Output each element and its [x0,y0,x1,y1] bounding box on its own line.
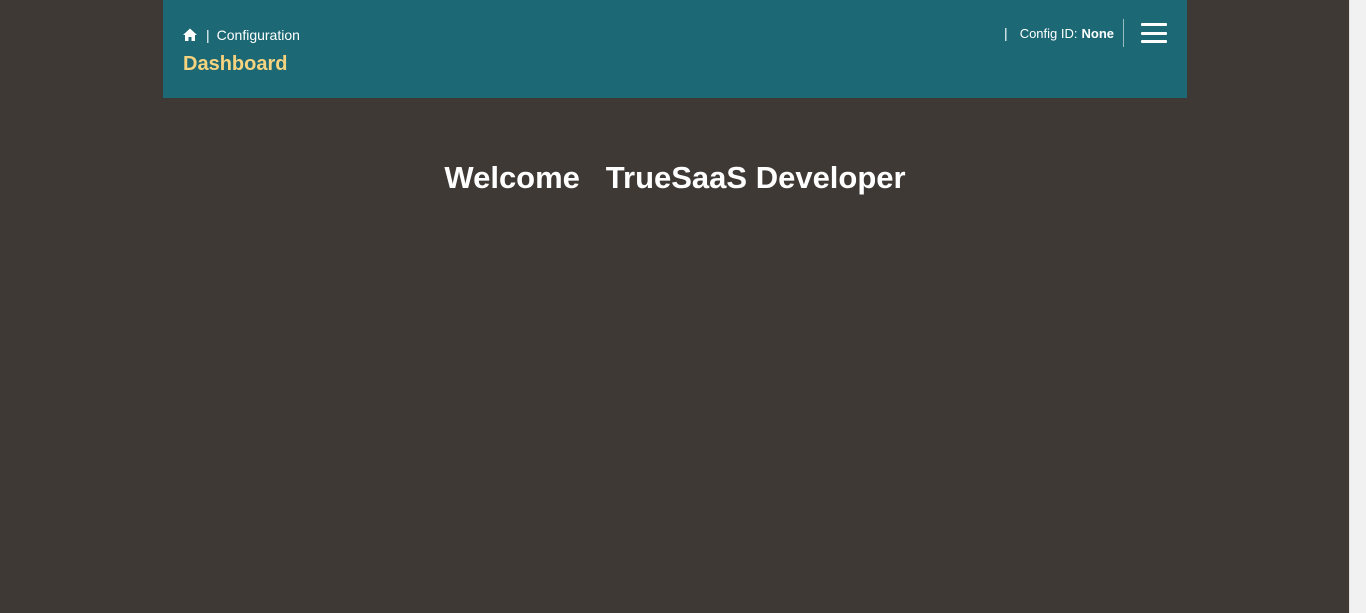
app-viewport: | Configuration Dashboard | Config ID: N… [0,0,1366,613]
breadcrumb-separator: | [206,27,210,43]
config-id-label: Config ID: [1019,25,1078,41]
menu-bar-middle [1141,31,1167,35]
breadcrumb: | Configuration [182,26,300,44]
config-id-value: None [1081,25,1115,41]
breadcrumb-configuration-link[interactable]: Configuration [217,27,300,43]
vertical-scrollbar[interactable] [1349,0,1366,613]
home-icon[interactable] [182,27,198,43]
header-right-group: | Config ID: None [1004,18,1167,48]
header-divider [1123,19,1124,47]
page-title: Dashboard [183,53,288,75]
welcome-heading: Welcome TrueSaaS Developer [163,160,1187,196]
hamburger-menu-icon[interactable] [1141,23,1167,43]
user-name: TrueSaaS Developer [605,160,906,195]
welcome-prefix: Welcome [444,160,580,195]
menu-bar-top [1141,23,1167,26]
top-header: | Configuration Dashboard | Config ID: N… [163,0,1187,98]
menu-bar-bottom [1141,40,1167,43]
config-separator: | [1004,25,1008,41]
